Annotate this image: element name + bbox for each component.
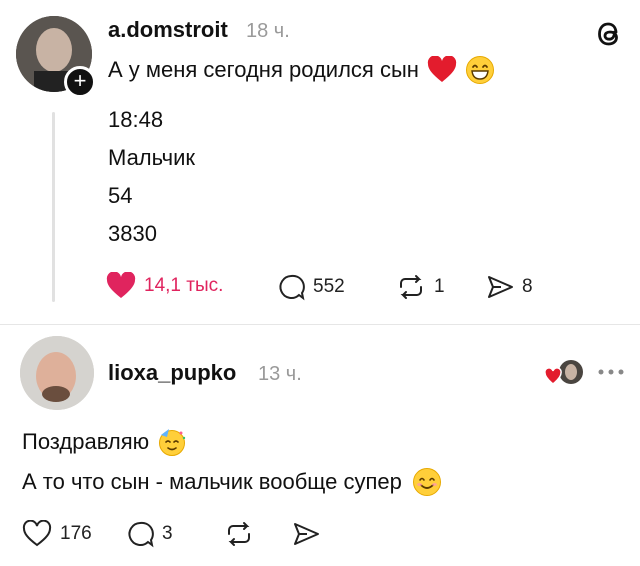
reply-share-button[interactable] bbox=[292, 520, 320, 548]
share-icon bbox=[292, 520, 320, 548]
like-count: 14,1 тыс. bbox=[144, 275, 224, 296]
smiling-emoji-icon bbox=[412, 467, 442, 497]
reply-line2: А то что сын - мальчик вообще супер bbox=[22, 469, 402, 494]
thread-line bbox=[52, 112, 55, 302]
partying-face-emoji-icon bbox=[157, 427, 187, 457]
like-button[interactable]: 14,1 тыс. bbox=[106, 272, 223, 300]
threads-logo-icon[interactable] bbox=[594, 18, 626, 50]
author-liked-indicator bbox=[544, 358, 584, 388]
share-count: 8 bbox=[522, 276, 533, 297]
reply-avatar-photo bbox=[20, 336, 94, 410]
reply-comment-count: 3 bbox=[162, 523, 173, 544]
grinning-emoji-icon bbox=[465, 55, 495, 85]
heart-filled-icon bbox=[106, 272, 136, 300]
repost-count: 1 bbox=[434, 276, 445, 297]
post-text: А у меня сегодня родился сын bbox=[108, 57, 419, 82]
heart-icon bbox=[22, 520, 52, 548]
post-text-row: А у меня сегодня родился сын bbox=[108, 55, 495, 85]
comment-icon bbox=[277, 273, 305, 301]
share-button[interactable]: 8 bbox=[486, 273, 533, 301]
reply-time: 13 ч. bbox=[258, 363, 302, 385]
reply-like-count: 176 bbox=[60, 523, 92, 544]
post-username[interactable]: a.domstroit bbox=[108, 17, 228, 43]
comment-button[interactable]: 552 bbox=[277, 273, 345, 301]
post-line-height: 54 bbox=[108, 183, 133, 208]
reply-like-button[interactable]: 176 bbox=[22, 520, 92, 548]
repost-icon bbox=[396, 273, 426, 301]
divider bbox=[0, 324, 640, 325]
reply-repost-button[interactable] bbox=[224, 520, 254, 548]
reply-line2-row: А то что сын - мальчик вообще супер bbox=[22, 467, 442, 497]
reply-line1-row: Поздравляю bbox=[22, 427, 187, 457]
follow-plus-icon[interactable]: + bbox=[64, 66, 96, 98]
repost-button[interactable]: 1 bbox=[396, 273, 445, 301]
red-heart-emoji-icon bbox=[427, 56, 457, 84]
more-icon[interactable] bbox=[596, 366, 626, 378]
comment-count: 552 bbox=[313, 276, 345, 297]
post-time: 18 ч. bbox=[246, 20, 290, 42]
reply-avatar[interactable] bbox=[20, 336, 94, 410]
post-line-gender: Мальчик bbox=[108, 145, 196, 170]
reply-comment-button[interactable]: 3 bbox=[126, 520, 173, 548]
repost-icon bbox=[224, 520, 254, 548]
post-line-time: 18:48 bbox=[108, 107, 164, 132]
comment-icon bbox=[126, 520, 154, 548]
post-line-weight: 3830 bbox=[108, 221, 157, 246]
reply-username[interactable]: lioxa_pupko bbox=[108, 360, 236, 386]
reply-line1: Поздравляю bbox=[22, 429, 150, 454]
share-icon bbox=[486, 273, 514, 301]
